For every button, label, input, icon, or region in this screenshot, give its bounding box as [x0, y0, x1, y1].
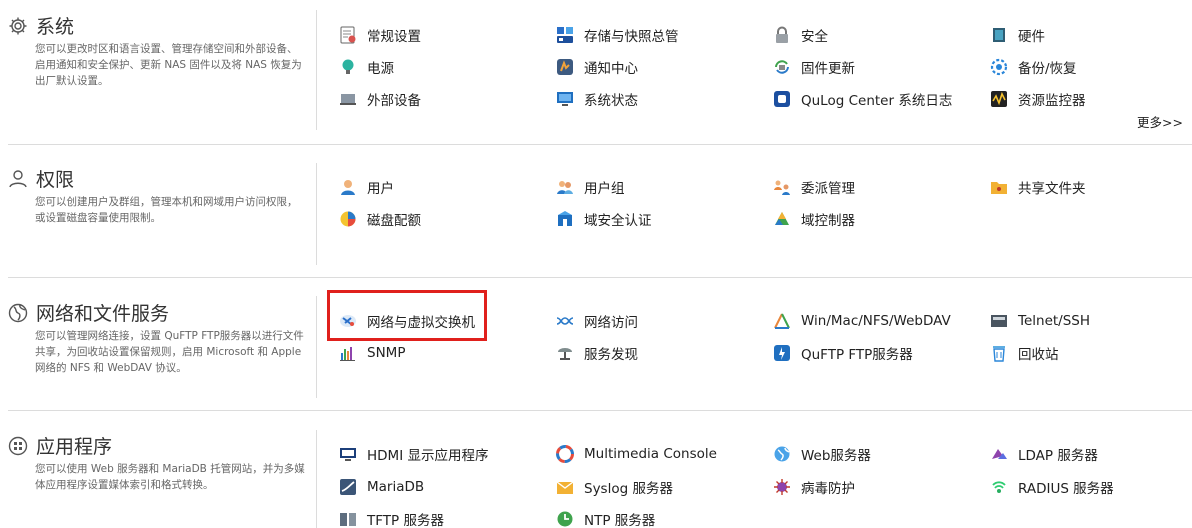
divider: [316, 296, 317, 398]
section-header: 网络和文件服务: [8, 299, 169, 326]
domain-security-icon: [555, 209, 575, 229]
general-settings-icon: [338, 25, 358, 45]
user-group-icon: [555, 177, 575, 197]
item-resource-monitor[interactable]: 资源监控器: [989, 87, 1086, 111]
section-description: 您可以使用 Web 服务器和 MariaDB 托管网站，并为多媒体应用程序设置媒…: [35, 463, 305, 491]
divider: [316, 10, 317, 130]
section-title: 应用程序: [36, 436, 113, 458]
section-header: 系统: [8, 12, 74, 39]
network-access-icon: [555, 311, 575, 331]
item-delegated-admin[interactable]: 委派管理: [772, 175, 855, 199]
item-disk-quota[interactable]: 磁盘配额: [338, 207, 421, 231]
selection-highlight: [327, 290, 487, 341]
mariadb-icon: [338, 477, 358, 497]
item-multimedia-console[interactable]: Multimedia Console: [555, 442, 717, 466]
power-bulb-icon: [338, 57, 358, 77]
tftp-icon: [338, 509, 358, 528]
section-description: 您可以更改时区和语言设置、管理存储空间和外部设备、启用通知和安全保护、更新 NA…: [35, 43, 302, 87]
item-backup-restore[interactable]: 备份/恢复: [989, 55, 1077, 79]
file-protocol-icon: [772, 311, 792, 331]
system-status-icon: [555, 89, 575, 109]
item-ntp-server[interactable]: NTP 服务器: [555, 507, 655, 528]
item-antivirus[interactable]: 病毒防护: [772, 475, 855, 499]
user-outline-icon: [8, 169, 28, 189]
item-telnet-ssh[interactable]: Telnet/SSH: [989, 309, 1090, 333]
section-header: 权限: [8, 165, 74, 192]
item-shared-folders[interactable]: 共享文件夹: [989, 175, 1086, 199]
lock-icon: [772, 25, 792, 45]
notification-icon: [555, 57, 575, 77]
item-web-server[interactable]: Web服务器: [772, 442, 871, 466]
item-network-access[interactable]: 网络访问: [555, 309, 638, 333]
delegation-icon: [772, 177, 792, 197]
item-recycle-bin[interactable]: 回收站: [989, 341, 1059, 365]
section-header: 应用程序: [8, 432, 112, 459]
item-hardware[interactable]: 硬件: [989, 23, 1045, 47]
recycle-bin-icon: [989, 343, 1009, 363]
item-security[interactable]: 安全: [772, 23, 828, 47]
ntp-icon: [555, 509, 575, 528]
item-general-settings[interactable]: 常规设置: [338, 23, 421, 47]
item-domain-controller[interactable]: 域控制器: [772, 207, 855, 231]
domain-controller-icon: [772, 209, 792, 229]
section-title: 权限: [36, 169, 75, 191]
multimedia-icon: [555, 444, 575, 464]
ftp-icon: [772, 343, 792, 363]
item-syslog-server[interactable]: Syslog 服务器: [555, 475, 673, 499]
item-power[interactable]: 电源: [338, 55, 394, 79]
section-description: 您可以创建用户及群组，管理本机和网域用户访问权限，或设置磁盘容量使用限制。: [35, 196, 298, 224]
hardware-icon: [989, 25, 1009, 45]
item-ldap-server[interactable]: LDAP 服务器: [989, 442, 1098, 466]
item-snmp[interactable]: SNMP: [338, 341, 405, 365]
item-external-device[interactable]: 外部设备: [338, 87, 421, 111]
item-storage-snapshots[interactable]: 存储与快照总管: [555, 23, 679, 47]
item-system-status[interactable]: 系统状态: [555, 87, 638, 111]
radius-icon: [989, 477, 1009, 497]
firmware-update-icon: [772, 57, 792, 77]
terminal-icon: [989, 311, 1009, 331]
section-title: 系统: [36, 16, 75, 38]
item-win-mac-nfs-webdav[interactable]: Win/Mac/NFS/WebDAV: [772, 309, 951, 333]
web-server-icon: [772, 444, 792, 464]
backup-restore-icon: [989, 57, 1009, 77]
service-discovery-icon: [555, 343, 575, 363]
storage-snapshots-icon: [555, 25, 575, 45]
item-mariadb[interactable]: MariaDB: [338, 475, 424, 499]
antivirus-icon: [772, 477, 792, 497]
section-title: 网络和文件服务: [36, 303, 170, 325]
quota-icon: [338, 209, 358, 229]
divider: [316, 163, 317, 265]
apps-grid-icon: [8, 436, 28, 456]
item-firmware-update[interactable]: 固件更新: [772, 55, 855, 79]
item-hdmi-display[interactable]: HDMI 显示应用程序: [338, 442, 488, 466]
resource-monitor-icon: [989, 89, 1009, 109]
item-qulog-center[interactable]: QuLog Center 系统日志: [772, 87, 952, 111]
snmp-icon: [338, 343, 358, 363]
more-link[interactable]: 更多>>: [1137, 112, 1183, 131]
item-tftp-server[interactable]: TFTP 服务器: [338, 507, 444, 528]
item-users[interactable]: 用户: [338, 175, 394, 199]
divider: [316, 430, 317, 528]
item-service-discovery[interactable]: 服务发现: [555, 341, 638, 365]
item-notification-center[interactable]: 通知中心: [555, 55, 638, 79]
external-device-icon: [338, 89, 358, 109]
section-description: 您可以管理网络连接，设置 QuFTP FTP服务器以进行文件共享，为回收站设置保…: [35, 330, 304, 374]
item-domain-security[interactable]: 域安全认证: [555, 207, 652, 231]
shared-folder-icon: [989, 177, 1009, 197]
syslog-icon: [555, 477, 575, 497]
gear-icon: [8, 16, 28, 36]
user-icon: [338, 177, 358, 197]
item-radius-server[interactable]: RADIUS 服务器: [989, 475, 1114, 499]
globe-icon: [8, 303, 28, 323]
item-quftp-server[interactable]: QuFTP FTP服务器: [772, 341, 913, 365]
hdmi-icon: [338, 444, 358, 464]
ldap-icon: [989, 444, 1009, 464]
qulog-icon: [772, 89, 792, 109]
item-user-groups[interactable]: 用户组: [555, 175, 625, 199]
